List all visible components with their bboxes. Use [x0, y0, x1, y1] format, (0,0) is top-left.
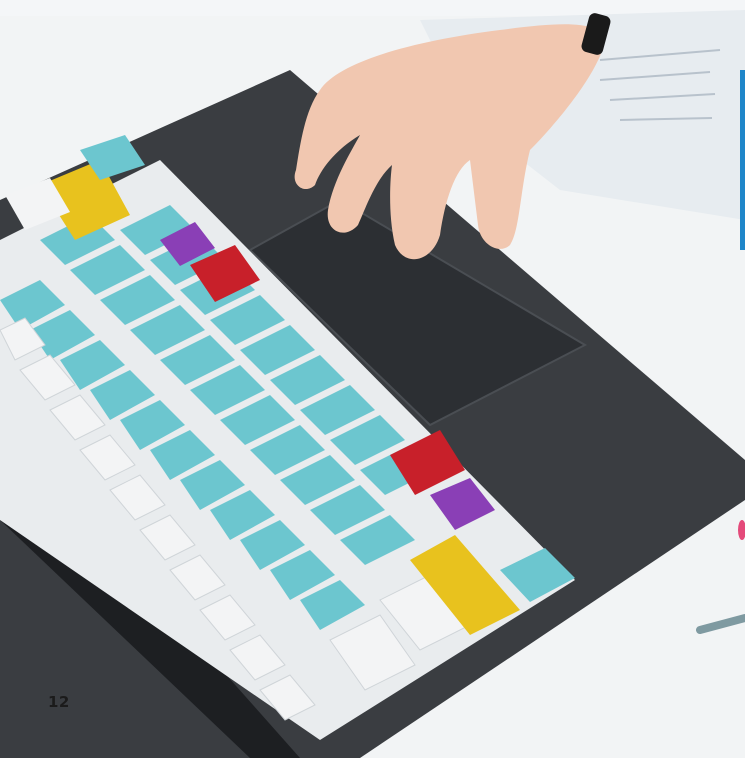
laptop-keyboard-photo: [0, 10, 745, 758]
page-number: 12: [48, 693, 70, 711]
blue-edge-accent: [740, 70, 745, 250]
